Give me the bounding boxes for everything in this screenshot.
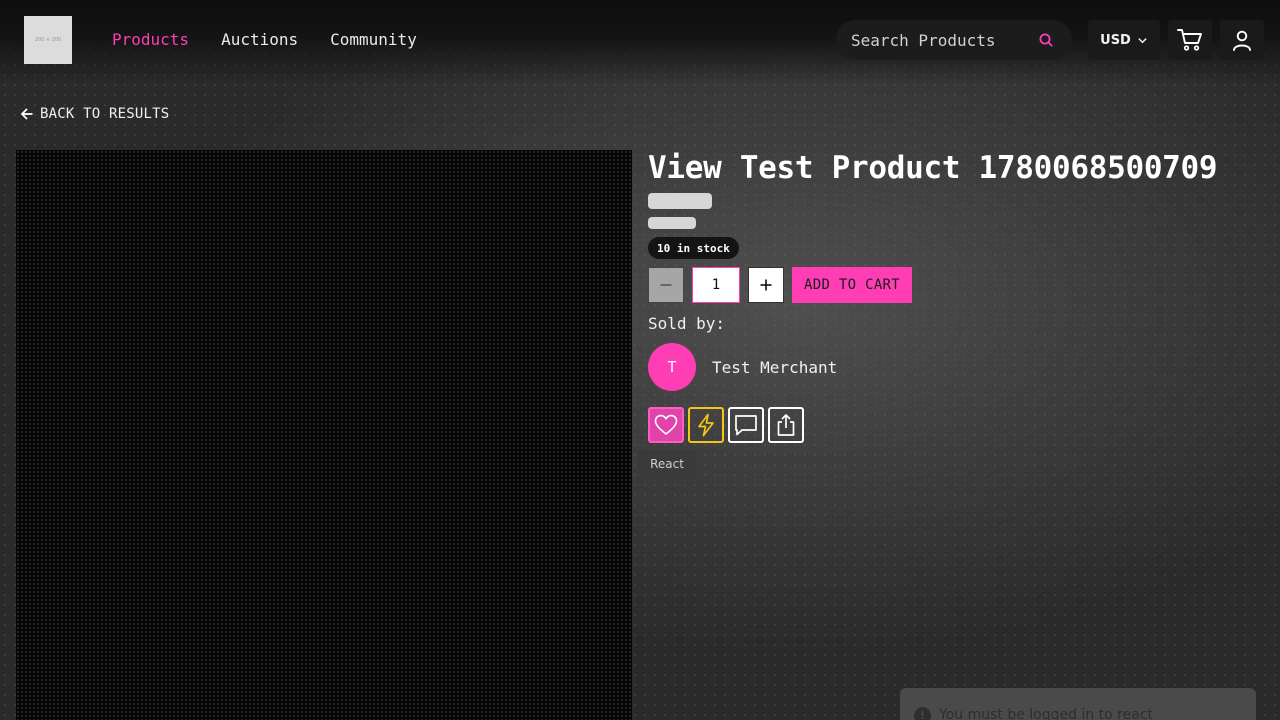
react-button[interactable]: [648, 407, 684, 443]
currency-selector[interactable]: USD: [1088, 20, 1160, 60]
merchant-avatar[interactable]: T: [648, 343, 696, 391]
price-skeleton: [648, 193, 712, 209]
lightning-icon: [698, 413, 714, 437]
product-image[interactable]: [16, 150, 632, 720]
arrow-left-icon: [20, 108, 33, 120]
share-button[interactable]: [768, 407, 804, 443]
info-icon: !: [914, 707, 931, 720]
product-title: View Test Product 1780068500709: [648, 150, 1218, 186]
subprice-skeleton: [648, 217, 696, 229]
user-icon: [1233, 30, 1251, 51]
currency-label: USD: [1100, 32, 1131, 48]
toast-message: You must be logged in to react: [939, 707, 1153, 720]
add-to-cart-button[interactable]: ADD TO CART: [792, 267, 912, 303]
back-link-label: BACK TO RESULTS: [40, 106, 170, 122]
sold-by-label: Sold by:: [648, 314, 726, 333]
chat-icon: [735, 415, 757, 436]
merchant-name[interactable]: Test Merchant: [712, 358, 837, 377]
react-tooltip: React: [638, 450, 696, 477]
minus-icon: [660, 284, 672, 286]
login-required-toast: ! You must be logged in to react: [900, 688, 1256, 720]
heart-icon: [654, 414, 678, 435]
comment-button[interactable]: [728, 407, 764, 443]
share-icon: [777, 414, 795, 436]
quantity-decrease-button[interactable]: [648, 267, 684, 303]
quantity-increase-button[interactable]: [748, 267, 784, 303]
search-input[interactable]: [851, 30, 1031, 50]
search-bar: [836, 20, 1072, 60]
quantity-input[interactable]: [692, 267, 740, 303]
top-header: 200 × 200 Products Auctions Community US…: [0, 0, 1280, 84]
search-icon[interactable]: [1038, 32, 1054, 48]
nav-community[interactable]: Community: [330, 30, 417, 50]
site-logo[interactable]: 200 × 200: [24, 16, 72, 64]
stock-badge: 10 in stock: [648, 237, 739, 259]
cart-button[interactable]: [1168, 20, 1212, 60]
main-nav: Products Auctions Community: [112, 30, 417, 50]
nav-products[interactable]: Products: [112, 30, 189, 50]
nav-auctions[interactable]: Auctions: [221, 30, 298, 50]
back-to-results-link[interactable]: BACK TO RESULTS: [20, 106, 169, 122]
account-button[interactable]: [1220, 20, 1264, 60]
merchant-initial: T: [667, 358, 677, 376]
plus-icon: [760, 279, 772, 291]
logo-placeholder-text: 200 × 200: [34, 37, 62, 43]
chevron-down-icon: [1138, 37, 1147, 43]
cart-icon: [1177, 29, 1202, 51]
boost-button[interactable]: [688, 407, 724, 443]
